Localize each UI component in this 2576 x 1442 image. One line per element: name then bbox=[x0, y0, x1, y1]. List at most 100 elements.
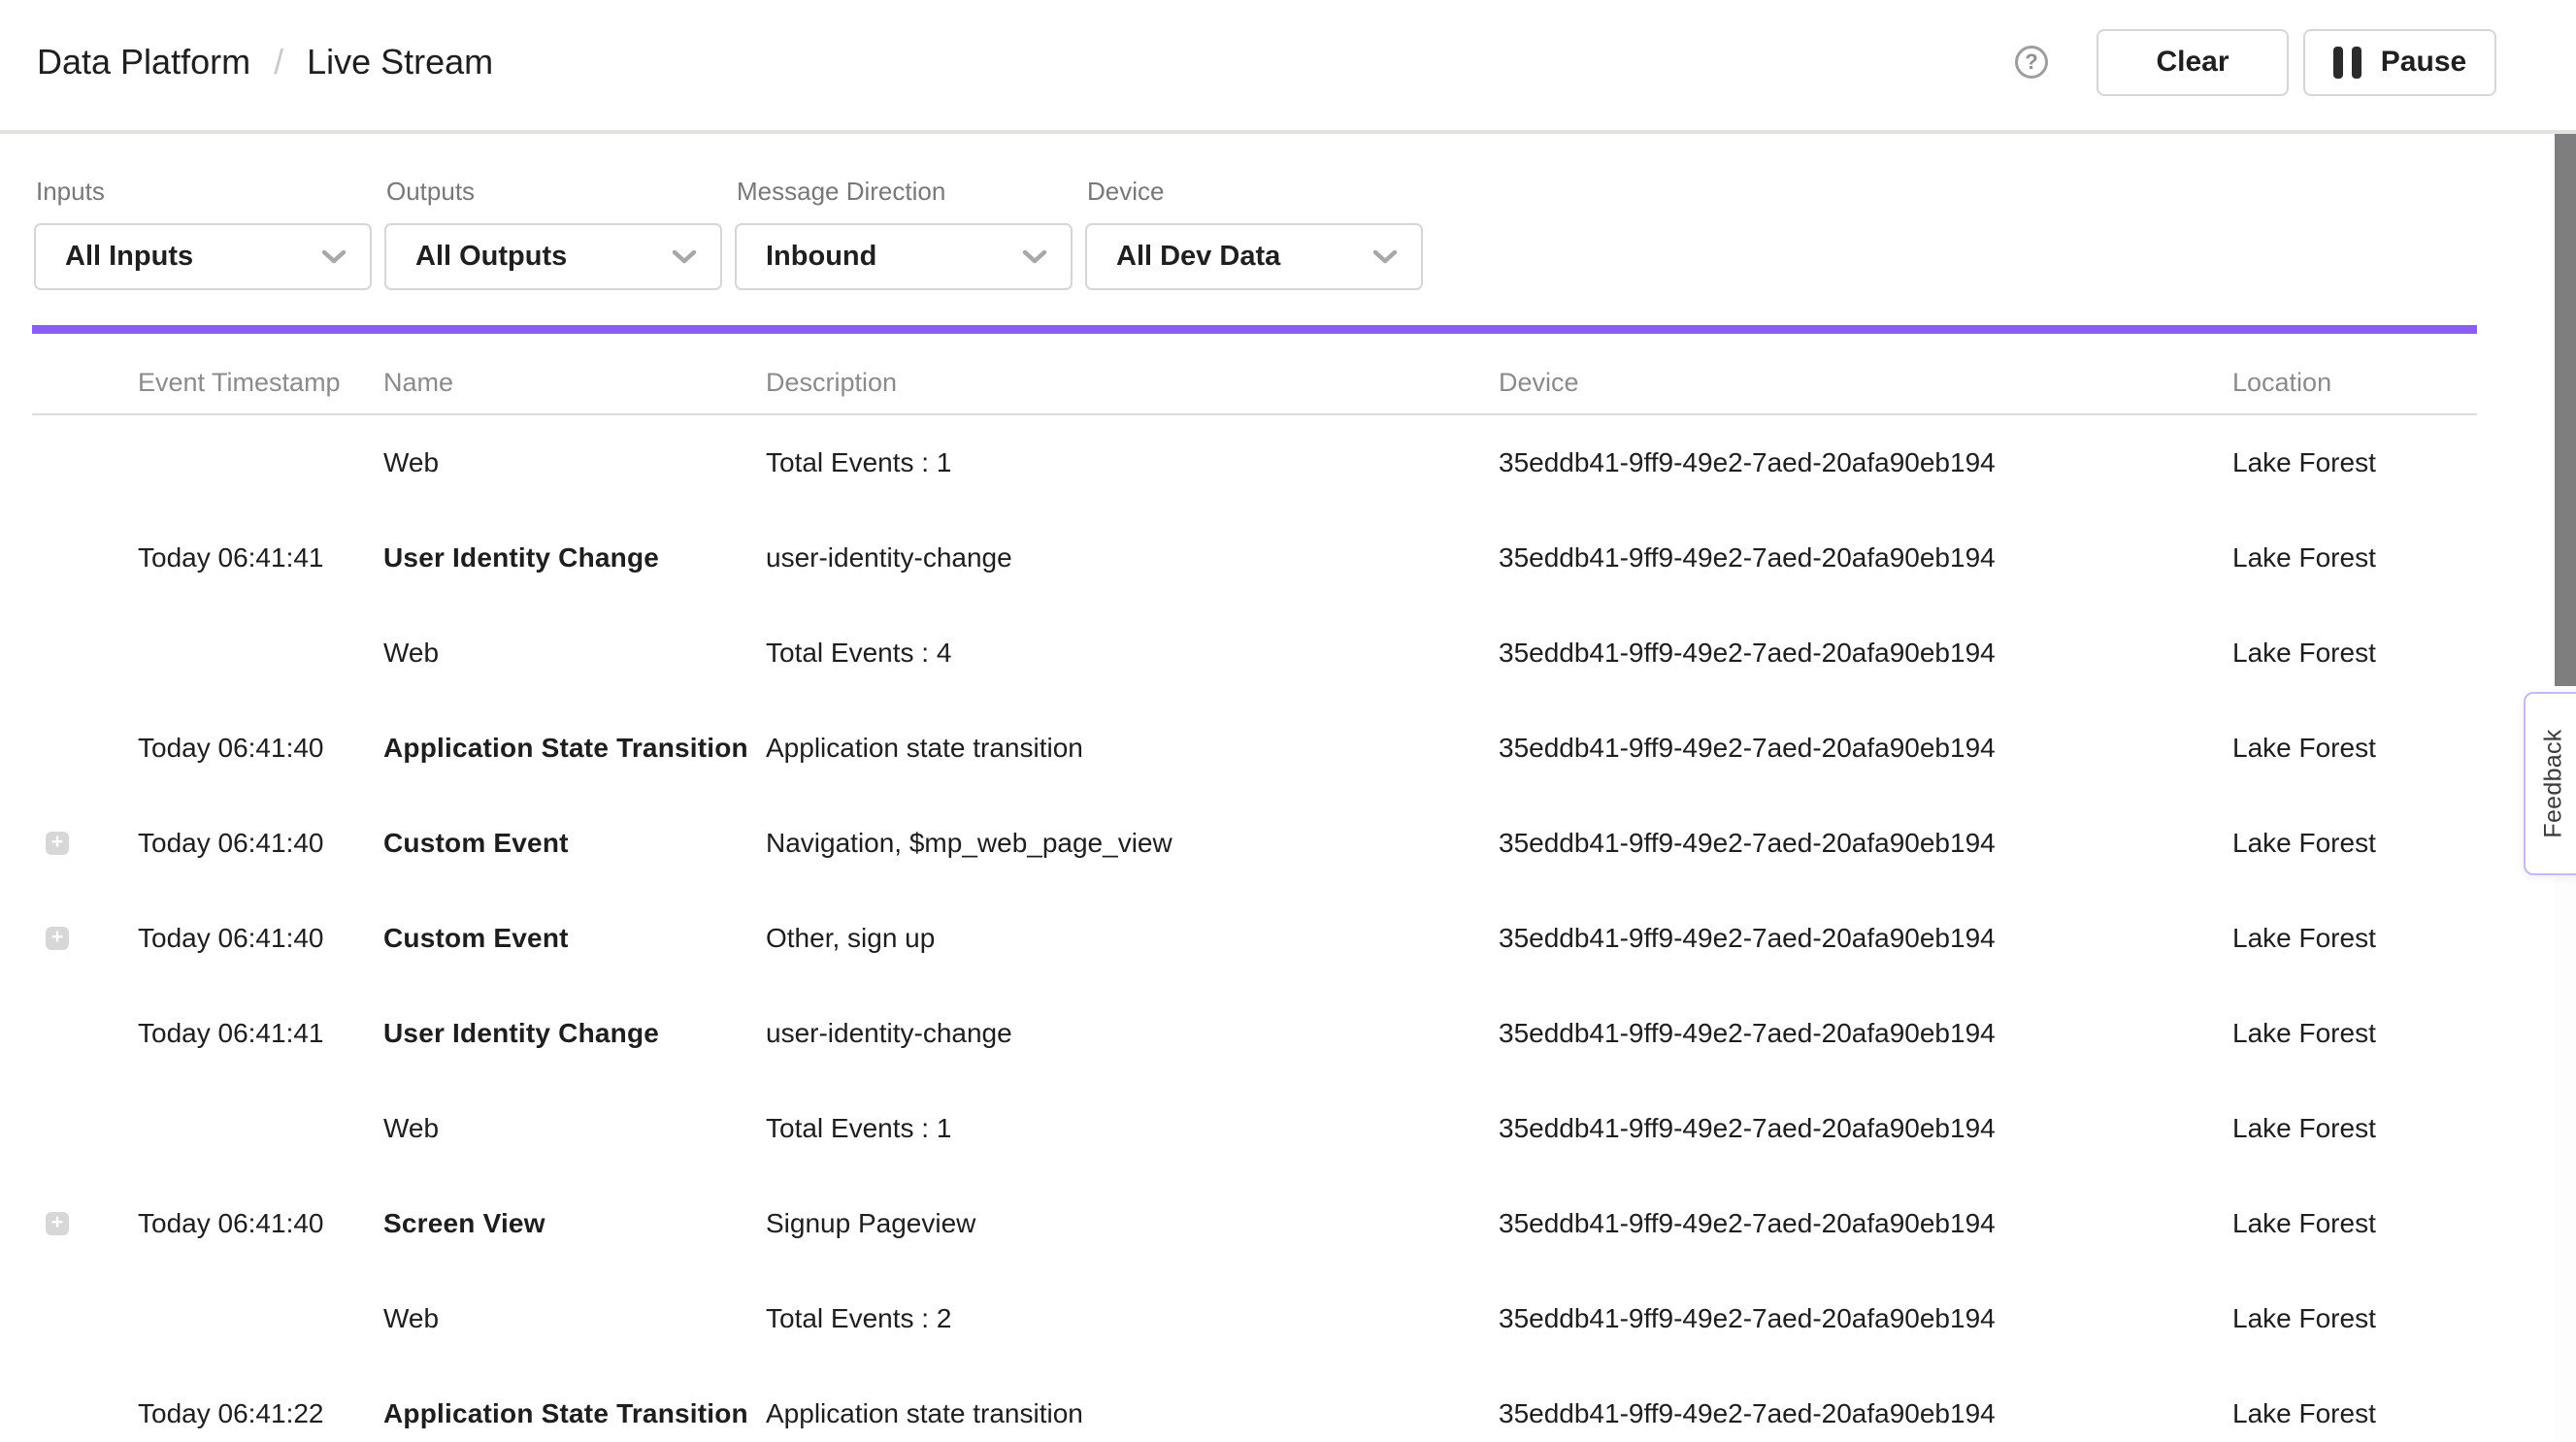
stream-progress-bar bbox=[32, 325, 2477, 334]
inputs-dropdown[interactable]: All Inputs bbox=[34, 223, 372, 290]
pause-button-label: Pause bbox=[2381, 46, 2466, 79]
outputs-dropdown[interactable]: All Outputs bbox=[384, 223, 722, 290]
table-row: + Today 06:41:41 User Identity Change us… bbox=[32, 510, 2477, 606]
cell-description: Application state transition bbox=[766, 733, 1499, 764]
help-icon[interactable]: ? bbox=[2015, 46, 2048, 79]
cell-device: 35eddb41-9ff9-49e2-7aed-20afa90eb194 bbox=[1499, 1113, 2232, 1144]
cell-event-timestamp: Today 06:41:41 bbox=[138, 1018, 383, 1049]
table-row: + Today 06:41:40 Application State Trans… bbox=[32, 701, 2477, 796]
table-row: + Web Total Events : 1 35eddb41-9ff9-49e… bbox=[32, 1081, 2477, 1176]
column-header-device: Device bbox=[1499, 368, 2232, 398]
cell-device: 35eddb41-9ff9-49e2-7aed-20afa90eb194 bbox=[1499, 638, 2232, 669]
scrollbar-thumb[interactable] bbox=[2555, 134, 2576, 686]
cell-location: Lake Forest bbox=[2232, 828, 2477, 859]
breadcrumb-data-platform[interactable]: Data Platform bbox=[37, 42, 250, 82]
cell-name: Web bbox=[383, 638, 766, 669]
cell-name: Web bbox=[383, 447, 766, 478]
pause-icon bbox=[2333, 47, 2361, 79]
cell-device: 35eddb41-9ff9-49e2-7aed-20afa90eb194 bbox=[1499, 1208, 2232, 1239]
cell-location: Lake Forest bbox=[2232, 1398, 2477, 1429]
cell-name: User Identity Change bbox=[383, 542, 766, 574]
cell-description: Total Events : 1 bbox=[766, 1113, 1499, 1144]
top-bar: Data Platform / Live Stream ? Clear Paus… bbox=[0, 0, 2576, 134]
cell-location: Lake Forest bbox=[2232, 923, 2477, 954]
cell-location: Lake Forest bbox=[2232, 1303, 2477, 1334]
clear-button[interactable]: Clear bbox=[2097, 29, 2289, 96]
cell-location: Lake Forest bbox=[2232, 447, 2477, 478]
cell-description: Total Events : 1 bbox=[766, 447, 1499, 478]
cell-device: 35eddb41-9ff9-49e2-7aed-20afa90eb194 bbox=[1499, 1303, 2232, 1334]
cell-description: Total Events : 2 bbox=[766, 1303, 1499, 1334]
cell-device: 35eddb41-9ff9-49e2-7aed-20afa90eb194 bbox=[1499, 828, 2232, 859]
filter-device-label: Device bbox=[1085, 177, 1423, 207]
cell-event-timestamp: Today 06:41:41 bbox=[138, 542, 383, 574]
table-body: + Web Total Events : 1 35eddb41-9ff9-49e… bbox=[32, 415, 2477, 1442]
cell-device: 35eddb41-9ff9-49e2-7aed-20afa90eb194 bbox=[1499, 1018, 2232, 1049]
cell-location: Lake Forest bbox=[2232, 1113, 2477, 1144]
filter-device: Device All Dev Data bbox=[1085, 177, 1423, 290]
cell-description: user-identity-change bbox=[766, 542, 1499, 574]
page-title: Live Stream bbox=[307, 42, 493, 82]
table-row: + Today 06:41:40 Custom Event Other, sig… bbox=[32, 891, 2477, 986]
table-row: + Web Total Events : 2 35eddb41-9ff9-49e… bbox=[32, 1271, 2477, 1366]
expand-row-icon[interactable]: + bbox=[46, 1212, 69, 1235]
cell-event-timestamp: Today 06:41:40 bbox=[138, 923, 383, 954]
breadcrumb: Data Platform / Live Stream bbox=[37, 42, 493, 82]
table-row: + Today 06:41:22 Application State Trans… bbox=[32, 1366, 2477, 1442]
filter-message-direction: Message Direction Inbound bbox=[735, 177, 1073, 290]
cell-event-timestamp: Today 06:41:40 bbox=[138, 828, 383, 859]
cell-device: 35eddb41-9ff9-49e2-7aed-20afa90eb194 bbox=[1499, 1398, 2232, 1429]
expand-row-icon[interactable]: + bbox=[46, 927, 69, 950]
cell-name: Web bbox=[383, 1303, 766, 1334]
cell-name: Web bbox=[383, 1113, 766, 1144]
chevron-down-icon bbox=[1022, 249, 1047, 265]
top-bar-actions: ? Clear Pause bbox=[2015, 29, 2496, 96]
filter-bar: Inputs All Inputs Outputs All Outputs Me… bbox=[0, 134, 2576, 290]
cell-description: Total Events : 4 bbox=[766, 638, 1499, 669]
table-header-row: Event Timestamp Name Description Device … bbox=[32, 334, 2477, 415]
message-direction-dropdown-value: Inbound bbox=[766, 241, 876, 273]
table-row: + Web Total Events : 1 35eddb41-9ff9-49e… bbox=[32, 415, 2477, 510]
message-direction-dropdown[interactable]: Inbound bbox=[735, 223, 1073, 290]
live-stream-table: Event Timestamp Name Description Device … bbox=[32, 334, 2477, 1442]
filter-inputs-label: Inputs bbox=[34, 177, 372, 207]
cell-description: Navigation, $mp_web_page_view bbox=[766, 828, 1499, 859]
filter-inputs: Inputs All Inputs bbox=[34, 177, 372, 290]
cell-location: Lake Forest bbox=[2232, 542, 2477, 574]
cell-location: Lake Forest bbox=[2232, 1018, 2477, 1049]
cell-name: Custom Event bbox=[383, 828, 766, 859]
cell-name: Custom Event bbox=[383, 923, 766, 954]
cell-event-timestamp: Today 06:41:22 bbox=[138, 1398, 383, 1429]
cell-location: Lake Forest bbox=[2232, 733, 2477, 764]
cell-description: Signup Pageview bbox=[766, 1208, 1499, 1239]
table-row: + Today 06:41:40 Custom Event Navigation… bbox=[32, 796, 2477, 891]
column-header-location: Location bbox=[2232, 368, 2477, 398]
pause-button[interactable]: Pause bbox=[2303, 29, 2496, 96]
cell-device: 35eddb41-9ff9-49e2-7aed-20afa90eb194 bbox=[1499, 542, 2232, 574]
cell-name: Screen View bbox=[383, 1208, 766, 1239]
feedback-tab[interactable]: Feedback bbox=[2524, 692, 2576, 875]
cell-event-timestamp: Today 06:41:40 bbox=[138, 1208, 383, 1239]
cell-event-timestamp: Today 06:41:40 bbox=[138, 733, 383, 764]
outputs-dropdown-value: All Outputs bbox=[415, 241, 567, 273]
table-row: + Today 06:41:41 User Identity Change us… bbox=[32, 986, 2477, 1081]
chevron-down-icon bbox=[1372, 249, 1398, 265]
filter-outputs: Outputs All Outputs bbox=[384, 177, 722, 290]
cell-device: 35eddb41-9ff9-49e2-7aed-20afa90eb194 bbox=[1499, 733, 2232, 764]
table-row: + Today 06:41:40 Screen View Signup Page… bbox=[32, 1176, 2477, 1271]
chevron-down-icon bbox=[672, 249, 697, 265]
device-dropdown[interactable]: All Dev Data bbox=[1085, 223, 1423, 290]
breadcrumb-separator: / bbox=[274, 42, 283, 82]
expand-row-icon[interactable]: + bbox=[46, 832, 69, 855]
column-header-name: Name bbox=[383, 368, 766, 398]
cell-description: Application state transition bbox=[766, 1398, 1499, 1429]
cell-device: 35eddb41-9ff9-49e2-7aed-20afa90eb194 bbox=[1499, 447, 2232, 478]
cell-description: user-identity-change bbox=[766, 1018, 1499, 1049]
cell-name: User Identity Change bbox=[383, 1018, 766, 1049]
column-header-description: Description bbox=[766, 368, 1499, 398]
table-row: + Web Total Events : 4 35eddb41-9ff9-49e… bbox=[32, 606, 2477, 701]
cell-location: Lake Forest bbox=[2232, 1208, 2477, 1239]
inputs-dropdown-value: All Inputs bbox=[65, 241, 193, 273]
chevron-down-icon bbox=[321, 249, 347, 265]
filter-message-direction-label: Message Direction bbox=[735, 177, 1073, 207]
